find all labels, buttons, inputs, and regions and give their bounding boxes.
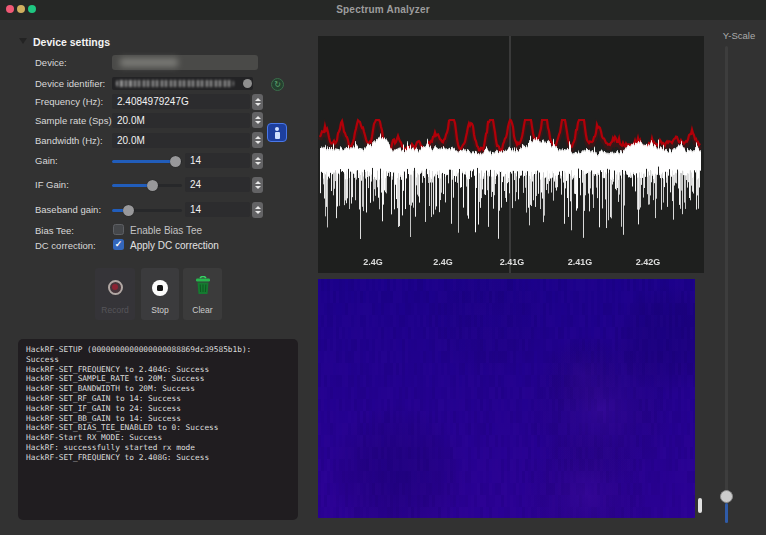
record-icon — [108, 280, 123, 295]
device-identifier-clear-icon[interactable] — [243, 79, 252, 88]
y-scale-label: Y-Scale — [714, 30, 764, 41]
freq-tick-2: 2.4G — [433, 257, 453, 267]
sample-rate-stepper[interactable] — [252, 112, 263, 128]
frequency-label: Frequency (Hz): — [35, 96, 103, 107]
frequency-stepper[interactable] — [252, 94, 263, 110]
device-identifier-label: Device identifier: — [35, 78, 105, 89]
if-gain-field[interactable]: 24 — [185, 177, 250, 192]
device-dropdown-redacted-value — [120, 58, 178, 67]
freq-tick-3: 2.41G — [500, 257, 525, 267]
section-title: Device settings — [33, 36, 110, 48]
y-scale-slider-fill — [725, 503, 728, 523]
record-button-label: Record — [95, 305, 135, 315]
info-button[interactable] — [267, 123, 287, 142]
sample-rate-field[interactable]: 20.0M — [112, 113, 250, 128]
gain-field[interactable]: 14 — [185, 153, 250, 168]
gain-stepper[interactable] — [252, 153, 263, 169]
bandwidth-stepper[interactable] — [252, 132, 263, 148]
disclosure-triangle-icon[interactable] — [19, 38, 27, 44]
gain-slider[interactable] — [112, 156, 182, 167]
device-label: Device: — [35, 57, 67, 68]
log-output[interactable]: HackRF-SETUP (0000000000000000088869dc39… — [18, 339, 298, 520]
baseband-gain-field[interactable]: 14 — [185, 202, 250, 217]
clear-button[interactable]: Clear — [183, 268, 222, 320]
y-scale-slider-track[interactable] — [725, 46, 728, 523]
waterfall-scrollbar[interactable] — [698, 498, 702, 513]
spectrum-plot: 2.4G 2.4G 2.41G 2.41G 2.42G — [318, 36, 704, 273]
gain-label: Gain: — [35, 155, 58, 166]
bias-tee-label: Bias Tee: — [35, 225, 74, 236]
bandwidth-label: Bandwidth (Hz): — [35, 135, 103, 146]
dc-correction-checkbox[interactable]: ✓ — [113, 239, 124, 250]
if-gain-stepper[interactable] — [252, 177, 263, 193]
baseband-gain-label: Baseband gain: — [35, 204, 101, 215]
window-title: Spectrum Analyzer — [0, 4, 766, 15]
y-scale-slider-knob[interactable] — [720, 490, 733, 503]
record-button[interactable]: Record — [95, 268, 135, 320]
freq-tick-5: 2.42G — [636, 257, 661, 267]
stop-icon — [152, 280, 168, 296]
if-gain-slider[interactable] — [112, 180, 182, 191]
waterfall-plot — [318, 279, 695, 518]
info-icon — [275, 127, 279, 131]
dc-correction-checkbox-label: Apply DC correction — [130, 240, 219, 251]
bandwidth-field[interactable]: 20.0M — [112, 133, 250, 148]
sample-rate-label: Sample rate (Sps): — [35, 115, 114, 126]
freq-tick-1: 2.4G — [363, 257, 383, 267]
baseband-gain-slider[interactable] — [112, 205, 182, 216]
clear-button-label: Clear — [183, 305, 222, 315]
baseband-gain-stepper[interactable] — [252, 202, 263, 218]
frequency-field[interactable]: 2.4084979247G — [112, 94, 250, 109]
title-bar: Spectrum Analyzer — [0, 0, 766, 20]
refresh-devices-button[interactable]: ↻ — [271, 78, 284, 91]
device-identifier-field[interactable] — [112, 77, 253, 90]
spectrum-canvas — [318, 36, 704, 273]
waterfall-canvas — [318, 279, 695, 518]
device-dropdown[interactable] — [112, 55, 258, 70]
clear-trash-icon — [195, 276, 211, 295]
stop-button-label: Stop — [141, 305, 179, 315]
dc-correction-label: DC correction: — [35, 240, 96, 251]
freq-tick-4: 2.41G — [568, 257, 593, 267]
stop-button[interactable]: Stop — [141, 268, 179, 320]
if-gain-label: IF Gain: — [35, 179, 69, 190]
bias-tee-checkbox[interactable] — [113, 224, 124, 235]
device-identifier-redacted-value — [116, 80, 234, 87]
bias-tee-checkbox-label: Enable Bias Tee — [130, 225, 202, 236]
spectrum-analyzer-window: Spectrum Analyzer Device settings Device… — [0, 0, 766, 535]
